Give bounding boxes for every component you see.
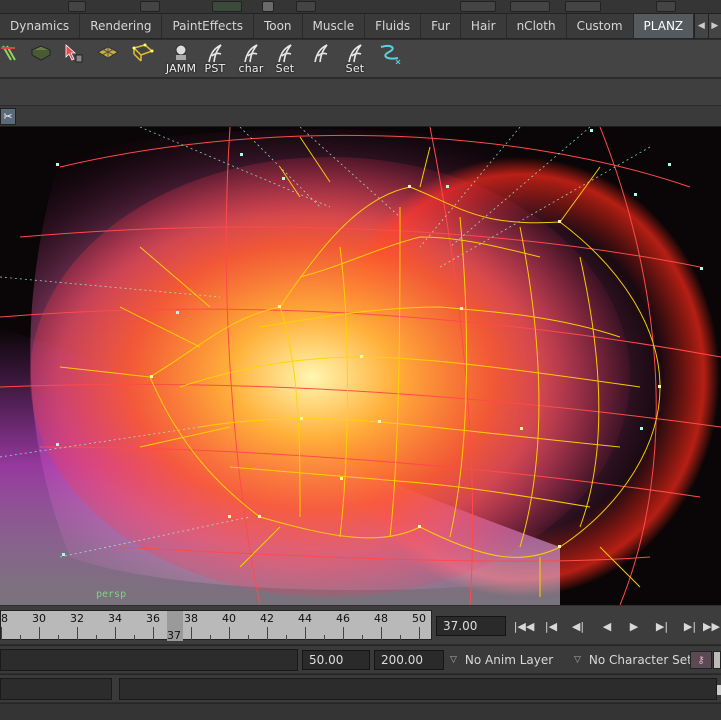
step-forward-frame-button[interactable]: ▶| <box>650 616 674 636</box>
blank-script-icon[interactable] <box>306 42 336 76</box>
anim-layer-label: No Anim Layer <box>464 653 554 667</box>
status-line-button[interactable] <box>656 1 676 12</box>
range-slider-bar: 50.00 200.00 ▽ No Anim Layer ▽ No Charac… <box>0 645 721 673</box>
set-label: Set <box>275 62 295 75</box>
play-backwards-button[interactable]: ◀ <box>595 616 619 636</box>
help-line <box>0 703 721 720</box>
shelf-tab-rendering[interactable]: Rendering <box>80 14 163 38</box>
jamm-label: JAMM <box>165 62 197 75</box>
go-to-start-button[interactable]: |◀◀ <box>512 616 536 636</box>
key-icon[interactable]: ⚷ <box>690 651 712 669</box>
uv-tool-icon[interactable] <box>0 42 24 76</box>
time-tick: 40 <box>222 612 236 625</box>
select-hide-icon[interactable] <box>58 42 88 76</box>
play-forwards-button[interactable]: ▶ <box>622 616 646 636</box>
viewport-scene <box>0 127 721 605</box>
status-line-field[interactable] <box>510 1 550 12</box>
status-line-button[interactable] <box>296 1 316 12</box>
playback-end-field[interactable]: 200.00 <box>374 650 444 670</box>
range-end-field[interactable]: 50.00 <box>302 650 370 670</box>
tool-options-strip <box>0 79 721 106</box>
shelf-tab-custom[interactable]: Custom <box>567 14 634 38</box>
current-frame-label: 37 <box>167 629 181 642</box>
time-slider: 8 30 32 34 36 38 40 42 44 46 48 50 37 37… <box>0 606 721 644</box>
char-label: char <box>238 62 264 75</box>
lattice-icon[interactable] <box>128 42 158 76</box>
panel-menu-bar: ✂ <box>0 106 721 127</box>
chevron-down-icon: ▽ <box>450 655 457 665</box>
set2-label: Set <box>345 62 365 75</box>
set-script-icon[interactable]: Set <box>270 42 300 76</box>
command-input[interactable] <box>0 678 112 700</box>
go-to-end-button[interactable]: ▶▶ <box>702 616 721 636</box>
grid-checker-icon[interactable] <box>93 42 123 76</box>
status-line-field[interactable] <box>460 1 496 12</box>
time-tick: 46 <box>336 612 350 625</box>
step-back-key-button[interactable]: |◀ <box>539 616 563 636</box>
time-tick: 42 <box>260 612 274 625</box>
shelf-tab-muscle[interactable]: Muscle <box>303 14 366 38</box>
shelf-tab-bar: Dynamics Rendering PaintEffects Toon Mus… <box>0 14 721 39</box>
time-tick: 34 <box>108 612 122 625</box>
time-tick: 32 <box>70 612 84 625</box>
curve-s-icon[interactable] <box>374 42 404 76</box>
step-back-frame-button[interactable]: ◀| <box>566 616 590 636</box>
time-ruler-ticks <box>1 627 420 641</box>
command-line <box>0 674 721 702</box>
shelf-tab-ncloth[interactable]: nCloth <box>507 14 567 38</box>
preferences-button[interactable] <box>713 651 721 669</box>
status-line-field[interactable] <box>565 1 601 12</box>
time-tick: 44 <box>298 612 312 625</box>
shelf-tab-dynamics[interactable]: Dynamics <box>0 14 81 38</box>
status-line <box>0 0 721 14</box>
status-line-button[interactable] <box>68 1 86 12</box>
shelf-tab-hair[interactable]: Hair <box>461 14 507 38</box>
time-ruler[interactable]: 8 30 32 34 36 38 40 42 44 46 48 50 37 <box>0 610 432 642</box>
pst-label: PST <box>204 62 226 75</box>
time-tick: 36 <box>146 612 160 625</box>
range-slider[interactable] <box>0 649 298 671</box>
time-tick: 8 <box>1 612 8 625</box>
maya-main-window: Dynamics Rendering PaintEffects Toon Mus… <box>0 0 721 720</box>
chevron-down-icon: ▽ <box>574 655 581 665</box>
shelf-tab-painteffects[interactable]: PaintEffects <box>162 14 254 38</box>
time-tick: 48 <box>374 612 388 625</box>
shelf-tab-toon[interactable]: Toon <box>254 14 303 38</box>
pst-script-icon[interactable]: PST <box>200 42 230 76</box>
status-line-button[interactable] <box>262 1 274 12</box>
anim-layer-dropdown[interactable]: ▽ No Anim Layer <box>450 650 553 670</box>
perspective-viewport[interactable]: persp <box>0 127 721 605</box>
time-tick: 50 <box>412 612 426 625</box>
step-forward-key-button[interactable]: ▶| <box>678 616 702 636</box>
time-tick: 30 <box>32 612 46 625</box>
shelf-icon-bar: JAMM PST char Set Set <box>0 40 721 78</box>
shelf-scroll-left-icon[interactable]: ◀ <box>694 14 708 38</box>
command-result-field <box>119 678 717 700</box>
character-set-dropdown[interactable]: ▽ No Character Set <box>574 650 692 670</box>
shelf-scroll-right-icon[interactable]: ▶ <box>707 14 721 38</box>
mesh-plane-icon[interactable] <box>26 42 56 76</box>
scissors-icon[interactable]: ✂ <box>0 108 16 125</box>
status-line-button[interactable] <box>140 1 160 12</box>
jamm-script-icon[interactable]: JAMM <box>164 42 198 76</box>
status-line-button[interactable] <box>212 1 242 12</box>
char-script-icon[interactable]: char <box>236 42 266 76</box>
shelf-tab-fluids[interactable]: Fluids <box>365 14 422 38</box>
set2-script-icon[interactable]: Set <box>340 42 370 76</box>
time-tick: 38 <box>184 612 198 625</box>
current-time-field[interactable]: 37.00 <box>436 616 506 636</box>
character-set-label: No Character Set <box>588 653 692 667</box>
camera-name-label: persp <box>96 589 127 600</box>
shelf-tab-fur[interactable]: Fur <box>421 14 461 38</box>
script-editor-button[interactable] <box>717 685 721 695</box>
shelf-tab-planz[interactable]: PLANZ <box>633 14 695 38</box>
